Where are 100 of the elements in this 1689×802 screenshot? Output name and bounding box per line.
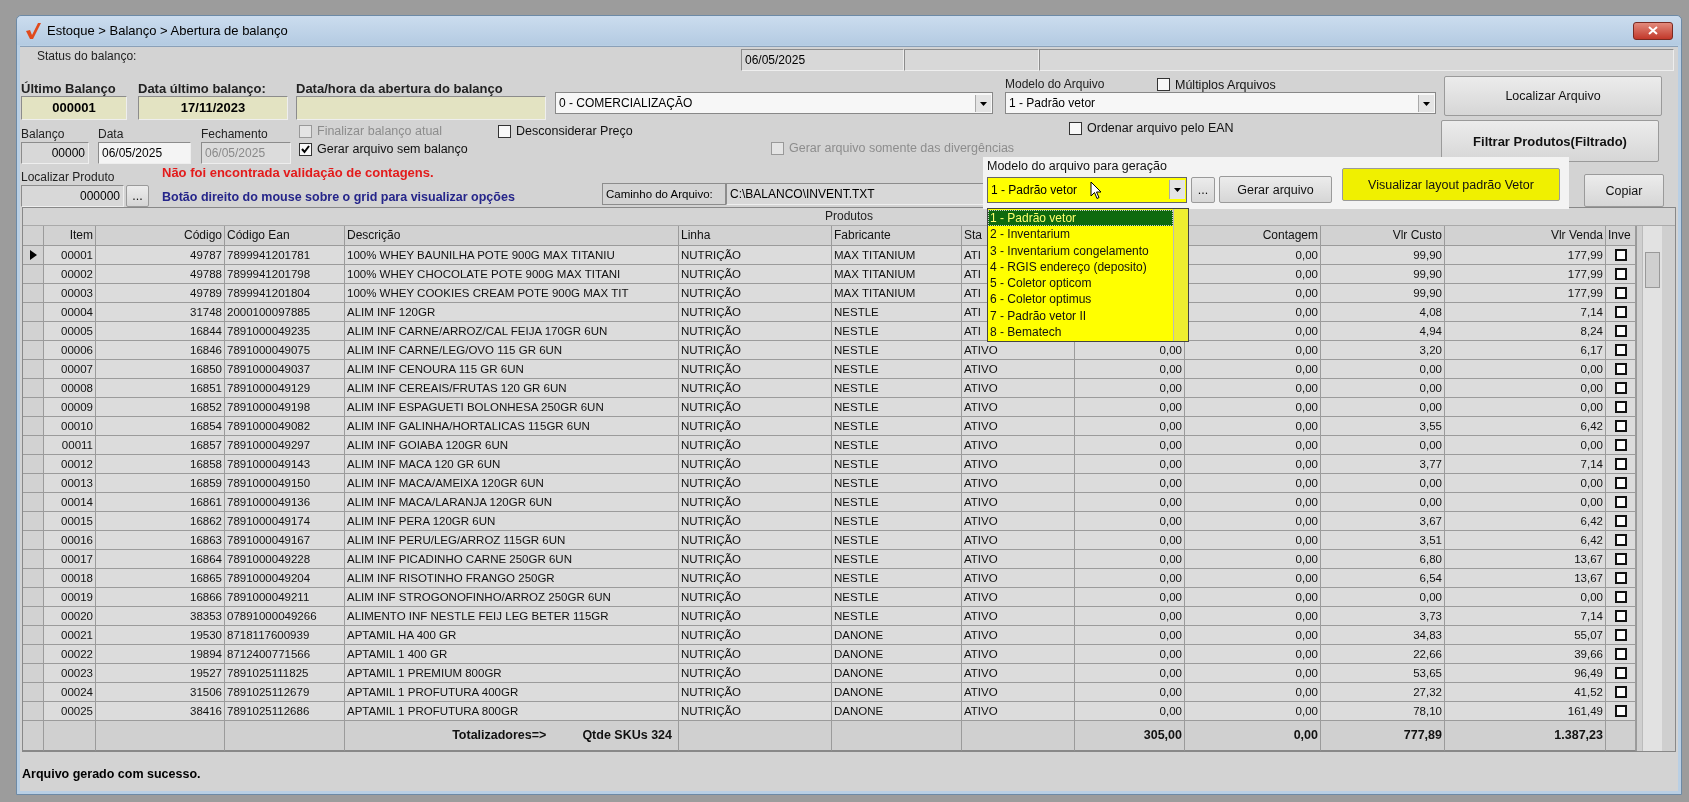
checkbox[interactable] (1614, 572, 1627, 584)
date-field[interactable]: 06/05/2025 (98, 142, 191, 164)
dropdown-option[interactable]: 1 - Padrão vetor (988, 210, 1173, 227)
table-cell: 0,00 (1075, 664, 1185, 683)
table-cell: 00008 (44, 379, 96, 398)
table-cell: 0,00 (1321, 474, 1445, 493)
checkbox[interactable] (1614, 591, 1627, 603)
table-cell: NUTRIÇÃO (679, 645, 832, 664)
table-cell: 99,90 (1321, 246, 1445, 265)
table-cell: 31506 (96, 683, 225, 702)
copy-button[interactable]: Copiar (1584, 174, 1664, 207)
table-cell: NESTLE (832, 360, 962, 379)
browse-button[interactable]: ... (126, 185, 149, 207)
table-cell: 00025 (44, 702, 96, 721)
filter-products-button[interactable]: Filtrar Produtos(Filtrado) (1441, 120, 1659, 162)
table-cell: 3,73 (1321, 607, 1445, 626)
multiple-files-checkbox[interactable]: Múltiplos Arquivos (1157, 77, 1276, 92)
dropdown-option[interactable]: 2 - Inventarium (988, 226, 1173, 243)
generate-file-button[interactable]: Gerar arquivo (1219, 176, 1332, 203)
table-cell: 0,00 (1185, 341, 1321, 360)
checkbox[interactable] (1614, 420, 1627, 432)
table-cell: 0,00 (1321, 436, 1445, 455)
table-cell: 16863 (96, 531, 225, 550)
checkbox[interactable] (1614, 306, 1627, 318)
checkbox[interactable] (1614, 667, 1627, 679)
table-cell: 0,00 (1445, 474, 1606, 493)
checkbox[interactable] (1614, 363, 1627, 375)
checkbox[interactable] (1614, 458, 1627, 470)
table-cell: NUTRIÇÃO (679, 303, 832, 322)
table-cell: 39,66 (1445, 645, 1606, 664)
checkbox[interactable] (1614, 268, 1627, 280)
table-cell: 0,00 (1075, 436, 1185, 455)
table-cell: 7891025111825 (225, 664, 345, 683)
checkbox[interactable] (1614, 610, 1627, 622)
type-dropdown[interactable]: 0 - COMERCIALIZAÇÃO (555, 92, 993, 114)
table-cell: 16861 (96, 493, 225, 512)
product-search-field[interactable]: 000000 (21, 185, 124, 207)
field-label: Data último balanço: (138, 81, 267, 96)
table-cell: MAX TITANIUM (832, 246, 962, 265)
ignore-price-checkbox[interactable]: Desconsiderar Preço (498, 124, 771, 138)
table-cell: 0,00 (1185, 683, 1321, 702)
table-cell: ALIM INF CARNE/ARROZ/CAL FEIJA 170GR 6UN (345, 322, 679, 341)
table-cell: 7891000049297 (225, 436, 345, 455)
scrollbar-thumb[interactable] (1645, 252, 1660, 288)
generation-model-dropdown[interactable]: 1 - Padrão vetor (987, 176, 1187, 203)
table-cell: ATIVO (962, 607, 1075, 626)
table-cell: 0,00 (1185, 512, 1321, 531)
checkbox[interactable] (1614, 287, 1627, 299)
table-cell: 38353 (96, 607, 225, 626)
file-model-dropdown[interactable]: 1 - Padrão vetor (1005, 92, 1436, 114)
table-cell: 0,00 (1321, 588, 1445, 607)
option-checkbox[interactable]: Gerar arquivo sem balanço (299, 142, 498, 156)
sort-ean-checkbox[interactable]: Ordenar arquivo pelo EAN (1069, 121, 1441, 135)
checkbox[interactable] (1614, 705, 1627, 717)
checkbox[interactable] (1614, 325, 1627, 337)
checkbox[interactable] (1614, 553, 1627, 565)
checkbox[interactable] (1614, 439, 1627, 451)
table-cell: NESTLE (832, 531, 962, 550)
table-cell: 7891000049037 (225, 360, 345, 379)
table-cell: 00009 (44, 398, 96, 417)
table-cell: 0,00 (1185, 474, 1321, 493)
checkbox[interactable] (1614, 344, 1627, 356)
checkbox[interactable] (1614, 515, 1627, 527)
checkbox[interactable] (1614, 534, 1627, 546)
table-cell: 34,83 (1321, 626, 1445, 645)
close-button[interactable] (1633, 21, 1673, 40)
balance-field[interactable]: 00000 (21, 142, 89, 164)
row-indicator[interactable] (23, 246, 44, 265)
checkbox[interactable] (1614, 401, 1627, 413)
table-cell: 0,00 (1185, 588, 1321, 607)
checkbox[interactable] (1614, 496, 1627, 508)
table-cell: 0,00 (1075, 493, 1185, 512)
table-cell: 0,00 (1075, 645, 1185, 664)
table-cell: NUTRIÇÃO (679, 588, 832, 607)
table-cell: 3,20 (1321, 341, 1445, 360)
checkbox[interactable] (1614, 648, 1627, 660)
table-cell: ALIM INF PERA 120GR 6UN (345, 512, 679, 531)
checkbox[interactable] (1614, 477, 1627, 489)
table-cell: 6,42 (1445, 512, 1606, 531)
table-cell: 16844 (96, 322, 225, 341)
table-cell: 4,08 (1321, 303, 1445, 322)
list-scrollbar[interactable] (1173, 209, 1188, 341)
checkbox[interactable] (1614, 249, 1627, 261)
table-cell: 100% WHEY COOKIES CREAM POTE 900G MAX TIT (345, 284, 679, 303)
view-layout-button[interactable]: Visualizar layout padrão Vetor (1342, 168, 1560, 201)
table-cell: 161,49 (1445, 702, 1606, 721)
scrollbar[interactable] (1642, 226, 1662, 751)
checkbox[interactable] (1614, 382, 1627, 394)
table-cell: 00018 (44, 569, 96, 588)
checkbox[interactable] (1614, 629, 1627, 641)
table-cell: 0,00 (1185, 607, 1321, 626)
field-label: Último Balanço (21, 81, 117, 96)
find-file-button[interactable]: Localizar Arquivo (1444, 76, 1662, 116)
table-cell: 2000100097885 (225, 303, 345, 322)
table-cell: 16866 (96, 588, 225, 607)
pointer-icon (1090, 181, 1102, 200)
table-cell: 0,00 (1075, 569, 1185, 588)
checkbox[interactable] (1614, 686, 1627, 698)
table-cell: NESTLE (832, 550, 962, 569)
browse-button[interactable]: ... (1191, 176, 1215, 203)
